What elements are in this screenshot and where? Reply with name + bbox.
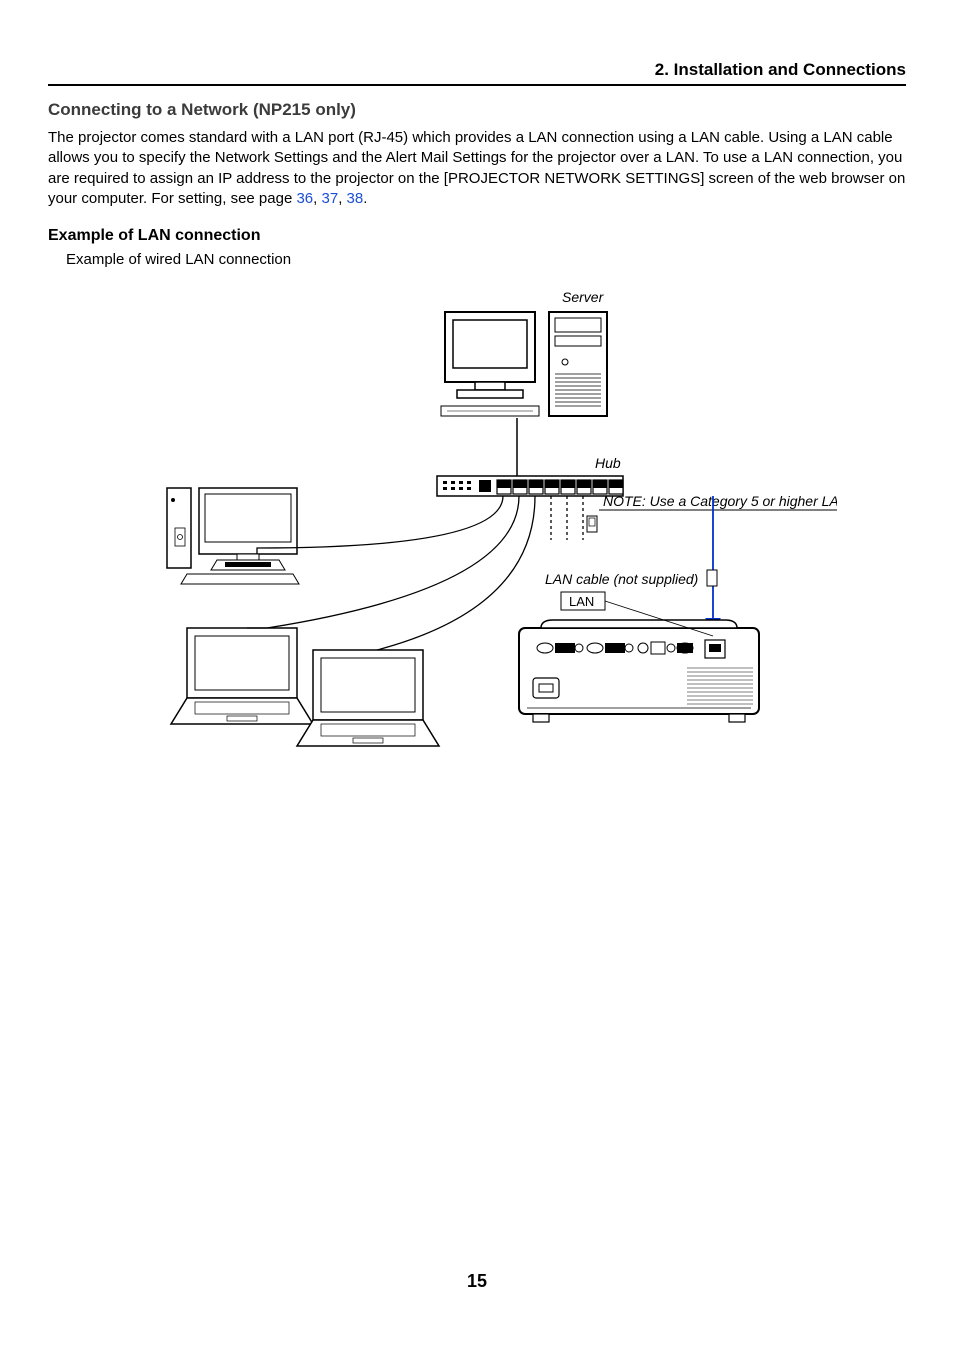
projector-icon [519, 620, 759, 722]
cable-hub-laptop2 [377, 496, 535, 650]
desktop-pc-icon [167, 488, 299, 584]
server-monitor-icon [441, 312, 539, 416]
server-label: Server [562, 289, 605, 305]
example-caption: Example of wired LAN connection [66, 251, 906, 268]
sep1: , [313, 190, 321, 207]
page-link-38[interactable]: 38 [347, 190, 364, 207]
hub-label: Hub [595, 455, 621, 471]
page-number: 15 [0, 1271, 954, 1292]
laptop-1-icon [171, 628, 313, 724]
diagram: Server [48, 288, 906, 753]
server-tower-icon [549, 312, 607, 416]
laptop-2-icon [297, 650, 439, 746]
page-link-36[interactable]: 36 [296, 190, 313, 207]
section-body: The projector comes standard with a LAN … [48, 128, 906, 209]
body-prefix: The projector comes standard with a LAN … [48, 129, 905, 207]
chapter-header: 2. Installation and Connections [48, 60, 906, 86]
hub-icon [437, 476, 623, 496]
example-heading: Example of LAN connection [48, 227, 906, 245]
note-text: NOTE: Use a Category 5 or higher LAN cab… [603, 493, 837, 509]
section-title: Connecting to a Network (NP215 only) [48, 100, 906, 120]
connector-icon [587, 516, 597, 532]
body-suffix: . [363, 190, 367, 207]
lan-port-label: LAN [569, 594, 594, 609]
cable-label: LAN cable (not supplied) [545, 571, 698, 587]
sep2: , [338, 190, 346, 207]
cable-hub-projector [705, 496, 721, 628]
page-link-37[interactable]: 37 [322, 190, 339, 207]
